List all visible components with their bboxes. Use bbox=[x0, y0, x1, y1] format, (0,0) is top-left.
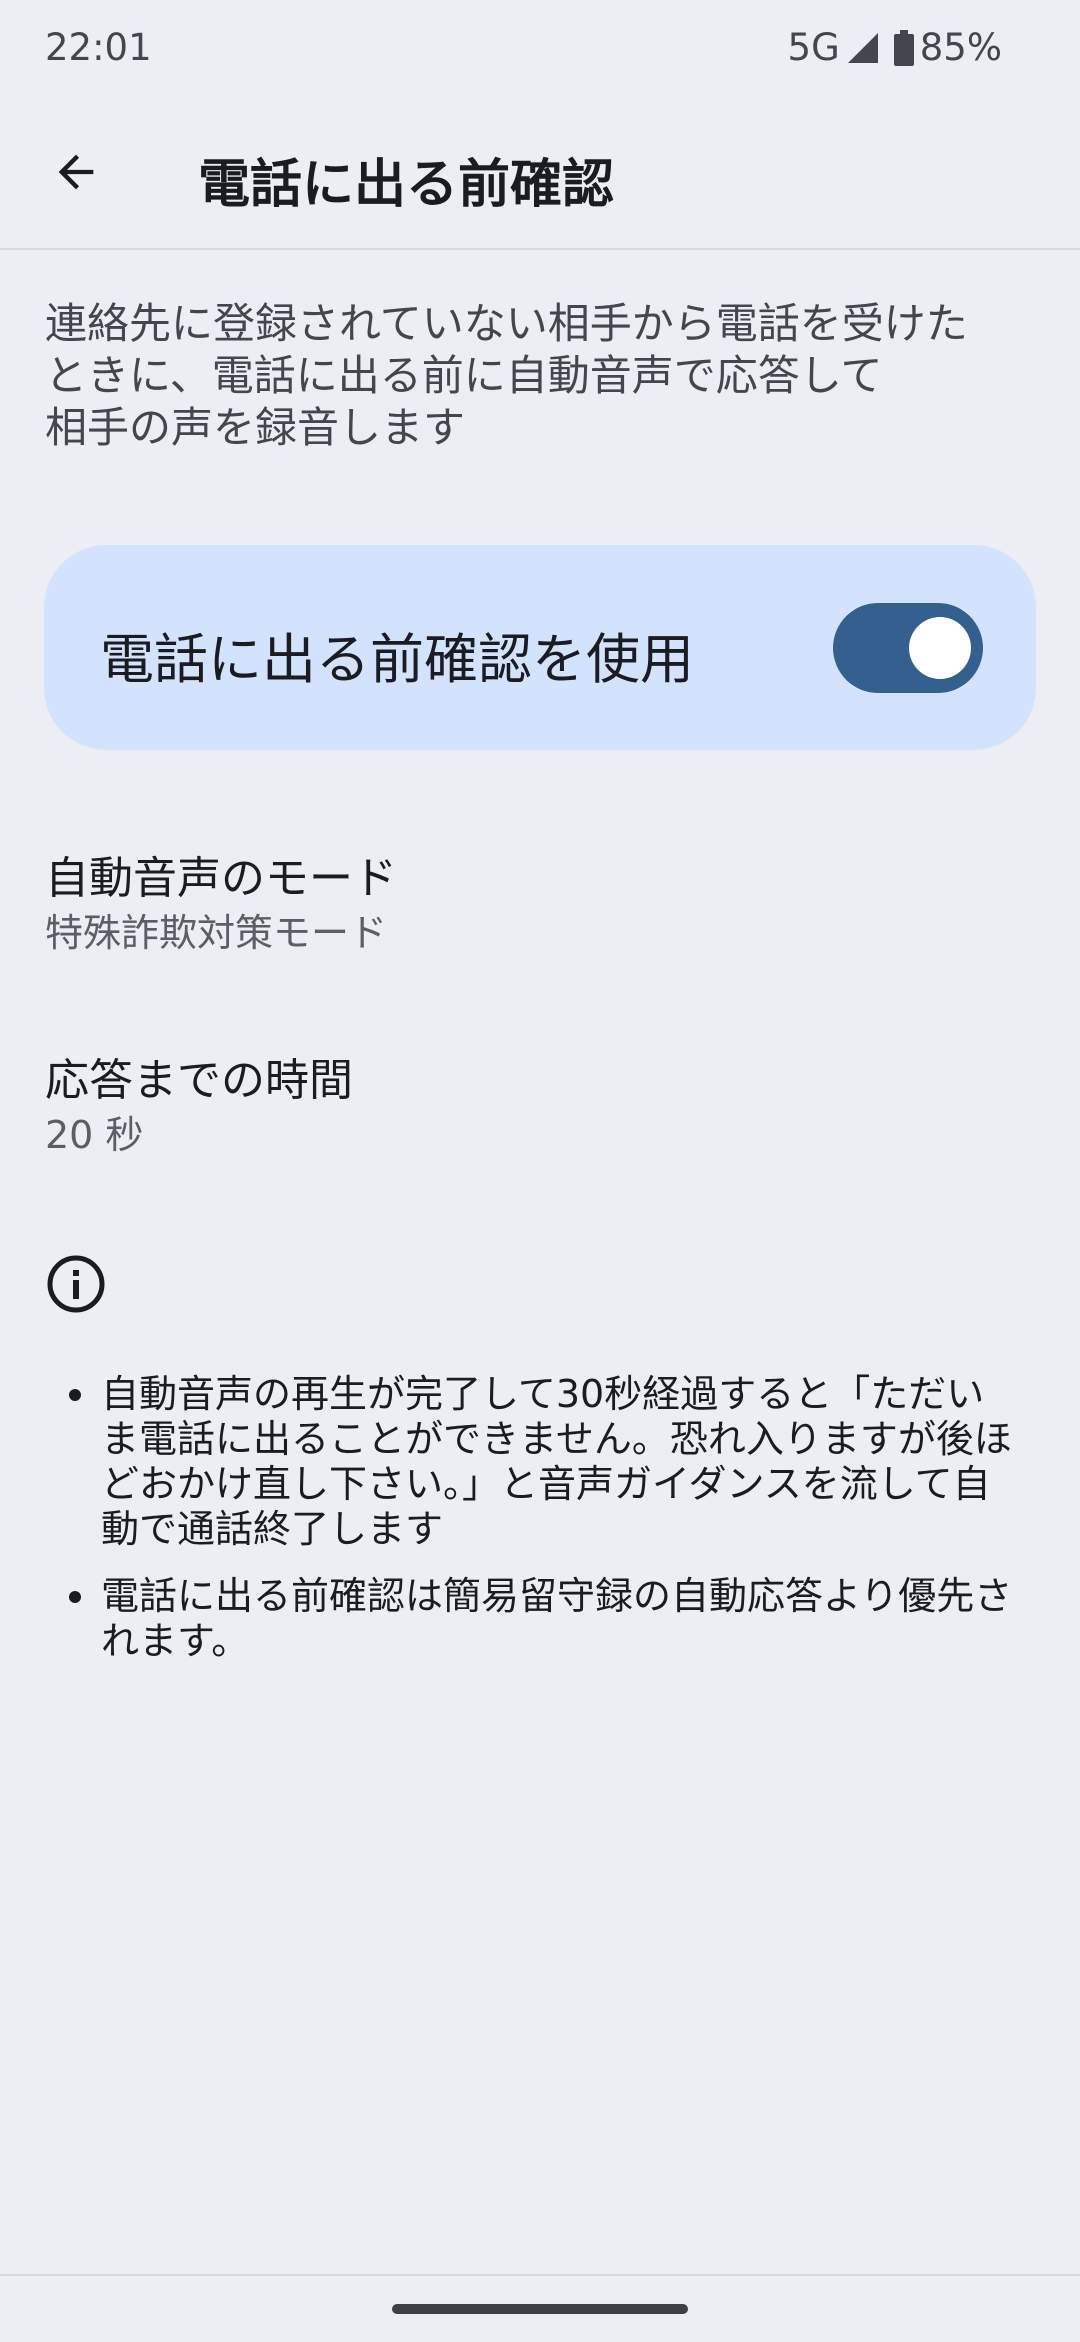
toggle-knob bbox=[909, 617, 971, 679]
arrow-back-icon bbox=[50, 146, 102, 202]
info-icon bbox=[45, 1253, 107, 1315]
navigation-bar bbox=[0, 2274, 1080, 2342]
description-line: 連絡先に登録されていない相手から電話を受けた bbox=[45, 299, 968, 348]
battery-percent: 85% bbox=[919, 26, 1002, 69]
note-line: 自動音声の再生が完了して30秒経過すると「ただい bbox=[101, 1372, 985, 1416]
setting-answer-time[interactable]: 応答までの時間 20 秒 bbox=[0, 1022, 1080, 1172]
battery-icon bbox=[893, 29, 914, 66]
signal-icon bbox=[846, 31, 880, 65]
note-line: れます。 bbox=[101, 1619, 250, 1663]
bullet bbox=[69, 1591, 81, 1603]
status-time: 22:01 bbox=[45, 26, 152, 69]
setting-value: 20 秒 bbox=[45, 1113, 144, 1157]
home-indicator[interactable] bbox=[392, 2304, 688, 2314]
bullet bbox=[69, 1389, 81, 1401]
status-indicators: 5G 85% bbox=[788, 26, 1002, 69]
note-line: ま電話に出ることができません。恐れ入りますが後ほ bbox=[101, 1417, 1012, 1461]
note-line: 電話に出る前確認は簡易留守録の自動応答より優先さ bbox=[101, 1574, 1013, 1618]
back-button[interactable] bbox=[36, 134, 116, 214]
setting-title: 応答までの時間 bbox=[45, 1055, 353, 1106]
feature-description: 連絡先に登録されていない相手から電話を受けた ときに、電話に出る前に自動音声で応… bbox=[45, 298, 1045, 454]
setting-value: 特殊詐欺対策モード bbox=[45, 911, 388, 955]
list-item: 電話に出る前確認は簡易留守録の自動応答より優先さ れます。 bbox=[65, 1574, 1045, 1664]
main-toggle-switch[interactable] bbox=[833, 603, 983, 693]
main-toggle-card[interactable]: 電話に出る前確認を使用 bbox=[44, 545, 1036, 750]
app-bar: 電話に出る前確認 bbox=[0, 100, 1080, 250]
status-bar: 22:01 5G 85% bbox=[0, 0, 1080, 100]
notes-list: 自動音声の再生が完了して30秒経過すると「ただい ま電話に出ることができません。… bbox=[65, 1372, 1045, 1686]
setting-title: 自動音声のモード bbox=[45, 853, 397, 904]
main-toggle-label: 電話に出る前確認を使用 bbox=[100, 628, 694, 691]
note-line: 動で通話終了します bbox=[101, 1507, 444, 1551]
description-line: 相手の声を録音します bbox=[45, 403, 466, 452]
list-item: 自動音声の再生が完了して30秒経過すると「ただい ま電話に出ることができません。… bbox=[65, 1372, 1045, 1552]
note-line: どおかけ直し下さい。」と音声ガイダンスを流して自 bbox=[101, 1462, 991, 1506]
page-title: 電話に出る前確認 bbox=[198, 155, 615, 215]
network-type: 5G bbox=[787, 26, 840, 69]
setting-voice-mode[interactable]: 自動音声のモード 特殊詐欺対策モード bbox=[0, 820, 1080, 970]
description-line: ときに、電話に出る前に自動音声で応答して bbox=[45, 351, 883, 400]
